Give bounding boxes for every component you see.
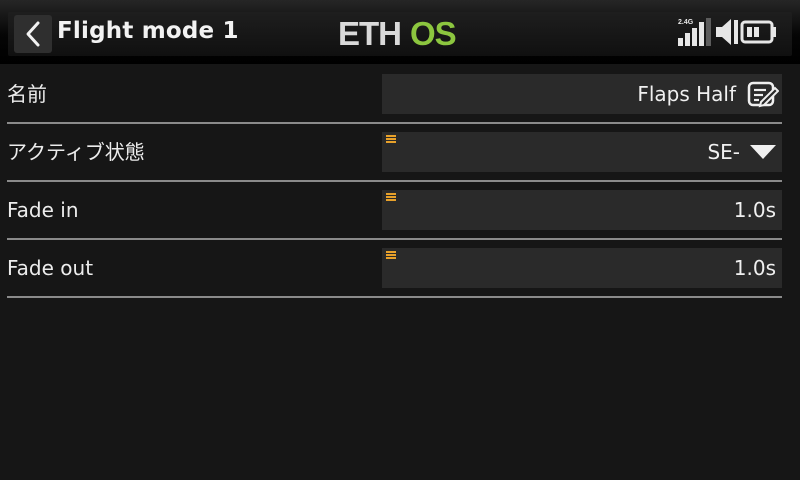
name-label: 名前 — [7, 82, 47, 106]
row-divider — [7, 238, 782, 240]
fade-in-value: 1.0s — [733, 198, 776, 222]
option-menu-icon — [386, 135, 396, 144]
row-active-condition: アクティブ状態 SE- — [0, 132, 800, 190]
row-fade-out: Fade out 1.0s — [0, 248, 800, 306]
title-bar: Flight mode 1 ETH OS 2.4G — [0, 0, 800, 64]
name-field[interactable]: Flaps Half — [382, 74, 782, 114]
row-divider — [7, 122, 782, 124]
page-title: Flight mode 1 — [57, 18, 239, 44]
battery-icon — [740, 20, 776, 44]
row-divider — [7, 180, 782, 182]
ethos-logo: ETH OS — [338, 15, 457, 51]
active-condition-value: SE- — [707, 140, 740, 164]
fade-out-value: 1.0s — [733, 256, 776, 280]
band-label: 2.4G — [678, 19, 694, 26]
logo-text-accent: OS — [410, 15, 456, 51]
row-name: 名前 Flaps Half — [0, 74, 800, 132]
dropdown-arrow-icon[interactable] — [750, 144, 776, 160]
speaker-muted-icon — [716, 19, 738, 45]
logo-text-main: ETH — [338, 15, 401, 51]
name-value: Flaps Half — [637, 82, 736, 106]
chevron-left-icon — [26, 21, 40, 47]
option-menu-icon — [386, 251, 396, 260]
fade-in-label: Fade in — [7, 198, 79, 222]
fade-out-field[interactable]: 1.0s — [382, 248, 782, 288]
edit-icon[interactable] — [747, 80, 779, 108]
fade-in-field[interactable]: 1.0s — [382, 190, 782, 230]
fade-out-label: Fade out — [7, 256, 94, 280]
active-condition-field[interactable]: SE- — [382, 132, 782, 172]
status-icons: 2.4G — [678, 18, 776, 46]
option-menu-icon — [386, 193, 396, 202]
back-button[interactable] — [14, 15, 52, 53]
active-condition-label: アクティブ状態 — [7, 140, 145, 164]
row-divider — [7, 296, 782, 298]
row-fade-in: Fade in 1.0s — [0, 190, 800, 248]
